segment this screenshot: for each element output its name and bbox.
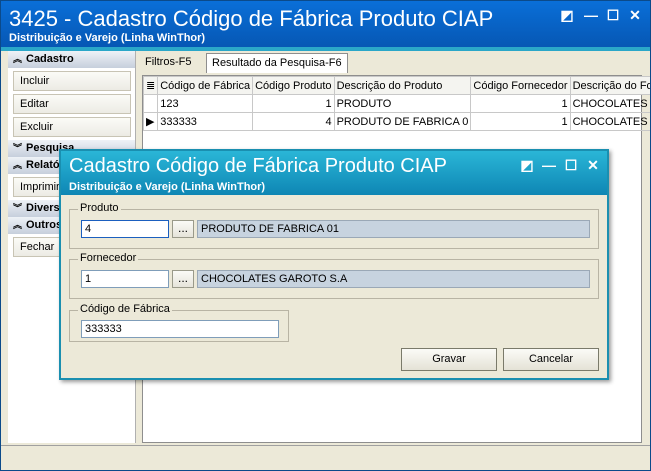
maximize-icon[interactable]: ☐ [561, 155, 581, 175]
gravar-button[interactable]: Gravar [401, 348, 497, 371]
excluir-button[interactable]: Excluir [13, 117, 131, 137]
produto-legend: Produto [78, 202, 121, 214]
chevron-up-icon: ︽ [13, 220, 23, 230]
table-cell: 1 [470, 94, 571, 113]
fornecedor-legend: Fornecedor [78, 252, 139, 264]
table-cell: CHOCOLATES GAR [569, 112, 650, 131]
table-cell: CHOCOLATES GARO [569, 94, 650, 113]
close-icon[interactable]: ✕ [625, 5, 645, 25]
produto-code-input[interactable]: 4 [81, 220, 169, 238]
codigo-fabrica-input[interactable]: 333333 [81, 320, 279, 338]
column-header[interactable]: Código de Fábrica [157, 76, 254, 95]
produto-description-field: PRODUTO DE FABRICA 01 [197, 220, 590, 238]
column-header[interactable]: Descrição do Forne [569, 76, 650, 95]
table-row[interactable]: 123 1 PRODUTO 1 CHOCOLATES GARO [142, 94, 650, 113]
codigo-fabrica-group: Código de Fábrica 333333 [69, 303, 289, 342]
table-cell: PRODUTO DE FABRICA 0 [333, 112, 472, 131]
restore-icon[interactable]: ◩ [557, 5, 577, 25]
fornecedor-code-input[interactable]: 1 [81, 270, 169, 288]
dialog-title: Cadastro Código de Fábrica Produto CIAP [69, 155, 447, 177]
table-cell: 1 [252, 94, 335, 113]
row-indicator: ▶ [142, 112, 159, 131]
table-cell: 4 [252, 112, 335, 131]
dialog-title-bar: Cadastro Código de Fábrica Produto CIAP … [61, 151, 607, 195]
table-header-row: ≣ Código de Fábrica Código Produto Descr… [142, 76, 650, 95]
fornecedor-group: Fornecedor 1 ... CHOCOLATES GAROTO S.A [69, 252, 599, 299]
minimize-icon[interactable]: — [581, 5, 601, 25]
window-title: 3425 - Cadastro Código de Fábrica Produt… [9, 6, 494, 31]
dialog-window: Cadastro Código de Fábrica Produto CIAP … [59, 149, 609, 380]
status-bar [1, 445, 650, 470]
editar-button[interactable]: Editar [13, 94, 131, 114]
produto-search-button[interactable]: ... [172, 220, 194, 238]
grid-menu-icon[interactable]: ≣ [142, 76, 159, 95]
fornecedor-description-field: CHOCOLATES GAROTO S.A [197, 270, 590, 288]
main-window: 3425 - Cadastro Código de Fábrica Produt… [0, 0, 651, 471]
chevron-down-icon: ︾ [13, 143, 23, 153]
tab-filtros[interactable]: Filtros-F5 [140, 53, 196, 73]
close-icon[interactable]: ✕ [583, 155, 603, 175]
minimize-icon[interactable]: — [539, 155, 559, 175]
column-header[interactable]: Código Fornecedor [470, 76, 571, 95]
title-bar: 3425 - Cadastro Código de Fábrica Produt… [1, 1, 650, 47]
dialog-subtitle: Distribuição e Varejo (Linha WinThor) [69, 181, 266, 193]
chevron-up-icon: ︽ [13, 54, 23, 64]
cancelar-button[interactable]: Cancelar [503, 348, 599, 371]
table-cell: 333333 [157, 112, 254, 131]
results-table: ≣ Código de Fábrica Código Produto Descr… [142, 76, 650, 131]
section-label: Cadastro [26, 53, 74, 65]
section-label: Outros [26, 219, 63, 231]
incluir-button[interactable]: Incluir [13, 71, 131, 91]
window-subtitle: Distribuição e Varejo (Linha WinThor) [9, 32, 206, 44]
table-cell: PRODUTO [333, 94, 472, 113]
section-cadastro[interactable]: ︽ Cadastro [8, 51, 135, 68]
row-indicator [142, 94, 159, 113]
chevron-up-icon: ︽ [13, 160, 23, 170]
chevron-down-icon: ︾ [13, 203, 23, 213]
fornecedor-search-button[interactable]: ... [172, 270, 194, 288]
column-header[interactable]: Descrição do Produto [333, 76, 472, 95]
codigo-fabrica-legend: Código de Fábrica [78, 303, 172, 315]
column-header[interactable]: Código Produto [252, 76, 335, 95]
tab-resultado[interactable]: Resultado da Pesquisa-F6 [206, 53, 348, 73]
produto-group: Produto 4 ... PRODUTO DE FABRICA 01 [69, 202, 599, 249]
table-row[interactable]: ▶ 333333 4 PRODUTO DE FABRICA 0 1 CHOCOL… [142, 112, 650, 131]
maximize-icon[interactable]: ☐ [603, 5, 623, 25]
table-cell: 123 [157, 94, 254, 113]
restore-icon[interactable]: ◩ [517, 155, 537, 175]
table-cell: 1 [470, 112, 571, 131]
